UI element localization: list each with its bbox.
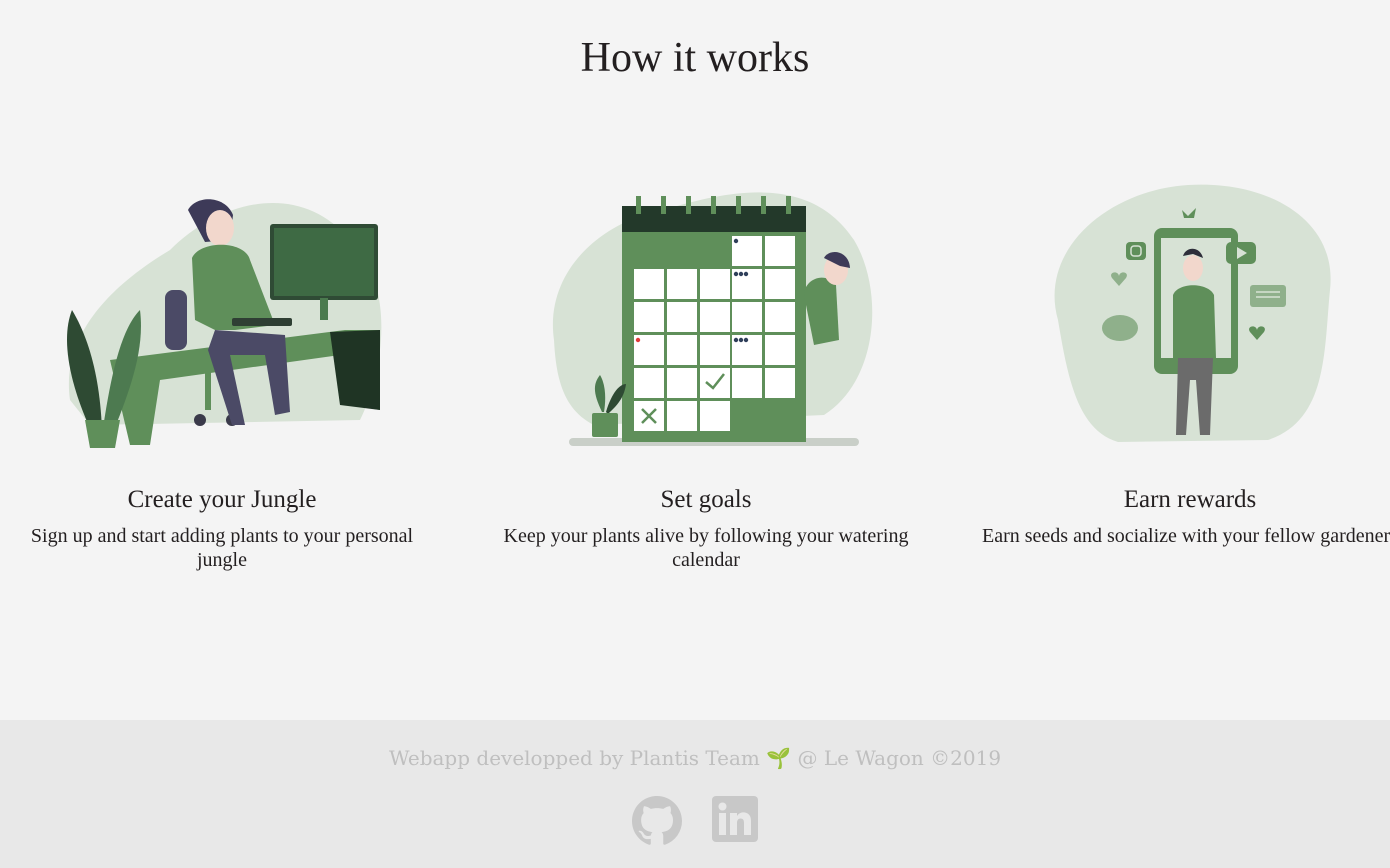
social-links bbox=[0, 796, 1390, 850]
how-it-works-card-rewards: Earn rewards Earn seeds and socialize wi… bbox=[968, 180, 1390, 548]
card-description: Keep your plants alive by following your… bbox=[503, 525, 909, 571]
card-title: Create your Jungle bbox=[127, 486, 317, 513]
linkedin-link[interactable] bbox=[711, 796, 758, 846]
card-description: Sign up and start adding plants to your … bbox=[30, 525, 414, 571]
person-at-desk-illustration bbox=[67, 199, 382, 448]
page-title: How it works bbox=[580, 35, 810, 81]
card-description: Earn seeds and socialize with your fello… bbox=[982, 525, 1390, 547]
github-link[interactable] bbox=[632, 796, 683, 850]
footer: Webapp developped by Plantis Team 🌱 @ Le… bbox=[0, 720, 1390, 868]
how-it-works-card-create: Create your Jungle Sign up and start add… bbox=[0, 180, 444, 572]
how-it-works-card-goals: Set goals Keep your plants alive by foll… bbox=[484, 180, 928, 572]
github-icon bbox=[632, 796, 683, 845]
watering-calendar-illustration bbox=[552, 192, 873, 446]
linkedin-icon bbox=[711, 796, 758, 842]
footer-credit: Webapp developped by Plantis Team 🌱 @ Le… bbox=[388, 746, 1002, 770]
phone-social-illustration bbox=[1054, 184, 1331, 442]
card-title: Set goals bbox=[660, 486, 752, 513]
card-title: Earn rewards bbox=[1123, 486, 1257, 513]
